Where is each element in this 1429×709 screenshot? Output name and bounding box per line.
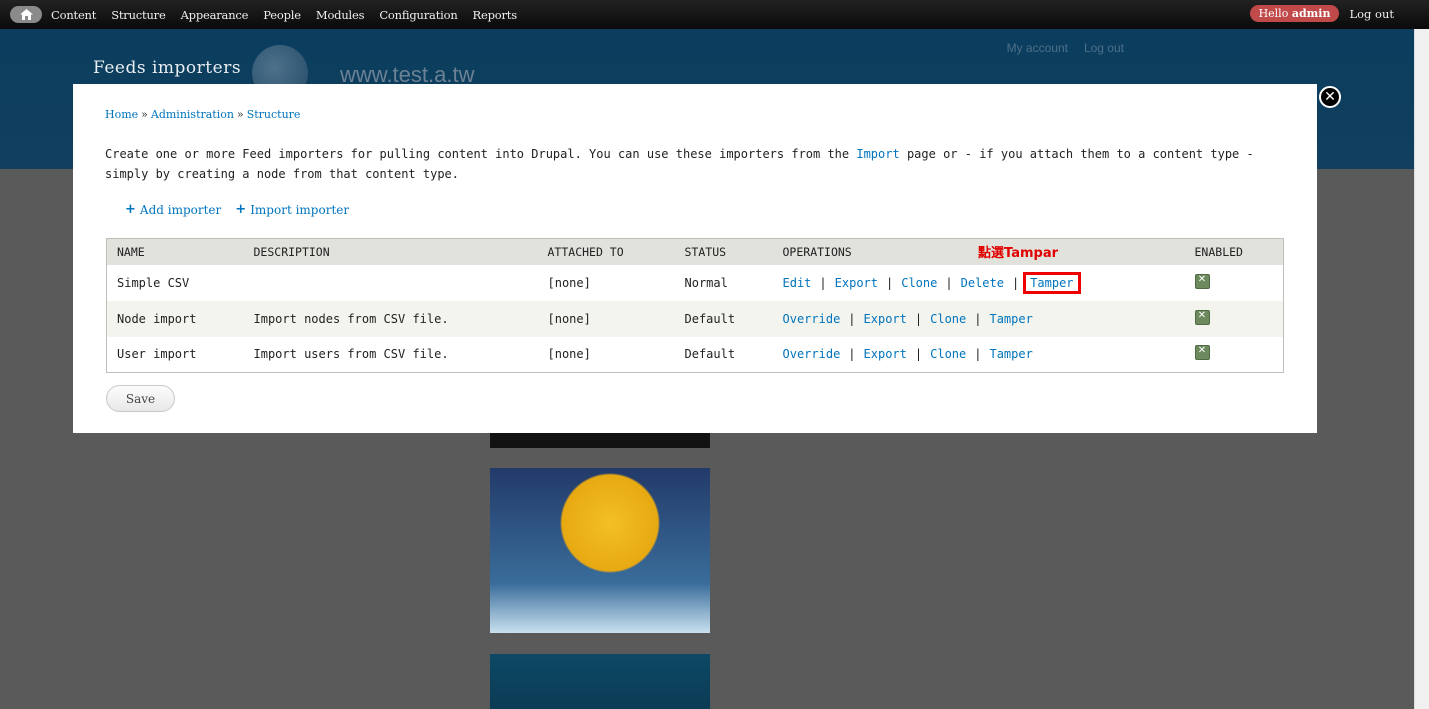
importer-name: User import bbox=[106, 336, 244, 373]
op-override[interactable]: Override bbox=[783, 347, 841, 361]
toolbar-user: Hello admin Log out bbox=[1249, 5, 1394, 22]
breadcrumb-administration[interactable]: Administration bbox=[151, 108, 234, 121]
op-export[interactable]: Export bbox=[835, 276, 878, 290]
importer-enabled bbox=[1184, 336, 1284, 373]
save-button[interactable]: Save bbox=[106, 385, 175, 412]
add-importer-label: Add importer bbox=[139, 202, 222, 217]
op-separator: | bbox=[974, 347, 982, 362]
importer-description bbox=[243, 264, 538, 301]
close-icon[interactable]: ✕ bbox=[1319, 86, 1341, 108]
op-separator: | bbox=[886, 275, 894, 290]
col-name: NAME bbox=[106, 238, 244, 265]
toolbar-people[interactable]: People bbox=[263, 8, 301, 22]
site-name: Feeds importers bbox=[93, 58, 242, 78]
op-separator: | bbox=[914, 347, 923, 362]
enabled-checkbox[interactable] bbox=[1194, 345, 1210, 361]
importers-table: NAME DESCRIPTION ATTACHED TO STATUS OPER… bbox=[106, 238, 1284, 373]
op-clone[interactable]: Clone bbox=[930, 347, 966, 361]
breadcrumb-home[interactable]: Home bbox=[105, 108, 138, 121]
importer-enabled bbox=[1184, 264, 1284, 301]
op-export[interactable]: Export bbox=[864, 347, 907, 361]
background-image-moon bbox=[490, 468, 710, 633]
breadcrumb-separator: » bbox=[236, 108, 244, 121]
toolbar-menu: Content Structure Appearance People Modu… bbox=[51, 8, 532, 22]
admin-toolbar: Content Structure Appearance People Modu… bbox=[0, 0, 1429, 29]
col-status: STATUS bbox=[674, 238, 773, 265]
intro-text: Create one or more Feed importers for pu… bbox=[105, 144, 1285, 184]
hello-prefix: Hello bbox=[1258, 7, 1292, 20]
enabled-checkbox[interactable] bbox=[1194, 273, 1210, 289]
toolbar-structure[interactable]: Structure bbox=[111, 8, 166, 22]
table-header-row: NAME DESCRIPTION ATTACHED TO STATUS OPER… bbox=[106, 238, 1284, 265]
toolbar-modules[interactable]: Modules bbox=[316, 8, 365, 22]
importer-operations: Override | Export | Clone | Tamper bbox=[772, 300, 1185, 337]
hello-user-badge[interactable]: Hello admin bbox=[1249, 5, 1340, 22]
op-delete[interactable]: Delete bbox=[961, 276, 1004, 290]
toolbar-configuration[interactable]: Configuration bbox=[379, 8, 457, 22]
importer-attached-to: [none] bbox=[537, 264, 675, 301]
op-clone[interactable]: Clone bbox=[930, 312, 966, 326]
op-tamper[interactable]: Tamper bbox=[989, 347, 1032, 361]
secondary-menu: My account Log out bbox=[991, 41, 1124, 55]
breadcrumb-structure[interactable]: Structure bbox=[247, 108, 301, 121]
header-logout-link[interactable]: Log out bbox=[1084, 41, 1124, 55]
importer-enabled bbox=[1184, 300, 1284, 337]
op-clone[interactable]: Clone bbox=[901, 276, 937, 290]
importer-status: Normal bbox=[674, 264, 773, 301]
importer-name: Node import bbox=[106, 300, 244, 337]
import-importer-label: Import importer bbox=[250, 202, 350, 217]
breadcrumb-separator: » bbox=[141, 108, 148, 121]
enabled-checkbox[interactable] bbox=[1194, 309, 1210, 325]
op-edit[interactable]: Edit bbox=[783, 276, 812, 290]
plus-icon: + bbox=[125, 202, 136, 217]
importer-description: Import nodes from CSV file. bbox=[243, 300, 538, 337]
op-separator: | bbox=[848, 311, 856, 326]
op-override[interactable]: Override bbox=[783, 312, 841, 326]
add-importer-link[interactable]: + Add importer bbox=[125, 202, 221, 217]
importer-attached-to: [none] bbox=[537, 336, 675, 373]
background-image-sea bbox=[490, 654, 710, 709]
op-tamper-highlighted[interactable]: Tamper bbox=[1023, 271, 1081, 294]
table-row: Node import Import nodes from CSV file. … bbox=[106, 300, 1284, 337]
import-page-link[interactable]: Import bbox=[856, 147, 899, 161]
importer-attached-to: [none] bbox=[537, 300, 675, 337]
home-button[interactable] bbox=[10, 6, 42, 23]
importer-status: Default bbox=[674, 336, 773, 373]
intro-text-start: Create one or more Feed importers for pu… bbox=[105, 147, 857, 161]
plus-icon: + bbox=[235, 202, 247, 217]
overlay-dialog: Home» Administration» Structure Create one… bbox=[73, 84, 1317, 433]
col-description: DESCRIPTION bbox=[243, 238, 538, 265]
op-export[interactable]: Export bbox=[864, 312, 907, 326]
importer-operations: Override | Export | Clone | Tamper bbox=[772, 336, 1185, 373]
table-row: User import Import users from CSV file. … bbox=[106, 336, 1284, 373]
annotation-label: 點選Tampar bbox=[978, 246, 1058, 261]
op-separator: | bbox=[848, 347, 856, 362]
username: admin bbox=[1291, 7, 1331, 20]
import-importer-link[interactable]: + Import importer bbox=[235, 202, 349, 217]
op-tamper[interactable]: Tamper bbox=[989, 312, 1032, 326]
home-icon bbox=[19, 9, 33, 20]
importer-description: Import users from CSV file. bbox=[243, 336, 538, 373]
breadcrumb: Home» Administration» Structure bbox=[105, 108, 300, 121]
importer-operations: Edit | Export | Clone | Delete | Tamper bbox=[772, 264, 1185, 301]
toolbar-appearance[interactable]: Appearance bbox=[181, 8, 249, 22]
toolbar-logout-link[interactable]: Log out bbox=[1349, 7, 1394, 21]
col-attached-to: ATTACHED TO bbox=[537, 238, 675, 265]
op-separator: | bbox=[1011, 275, 1020, 290]
my-account-link[interactable]: My account bbox=[1007, 41, 1068, 55]
op-separator: | bbox=[819, 275, 827, 290]
col-enabled: ENABLED bbox=[1184, 238, 1284, 265]
table-row: Simple CSV [none] Normal Edit | Export | Clo… bbox=[106, 264, 1284, 301]
toolbar-content[interactable]: Content bbox=[51, 8, 96, 22]
action-links: + Add importer + Import importer bbox=[125, 202, 363, 217]
op-separator: | bbox=[945, 275, 953, 290]
op-separator: | bbox=[914, 311, 923, 326]
toolbar-reports[interactable]: Reports bbox=[473, 8, 518, 22]
op-separator: | bbox=[974, 311, 982, 326]
importer-status: Default bbox=[674, 300, 773, 337]
importer-name: Simple CSV bbox=[106, 264, 244, 301]
scrollbar[interactable] bbox=[1414, 29, 1429, 709]
